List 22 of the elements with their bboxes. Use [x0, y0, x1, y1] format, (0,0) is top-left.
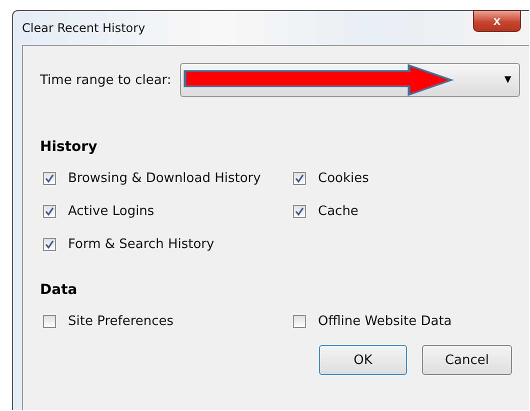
- checkbox-label: Cookies: [318, 171, 369, 186]
- checkbox-label: Browsing & Download History: [68, 171, 261, 186]
- checkbox-label: Active Logins: [68, 204, 154, 219]
- checkbox-label: Form & Search History: [68, 237, 214, 252]
- checkbox[interactable]: [293, 172, 306, 185]
- section-heading: History: [40, 139, 98, 155]
- window-title: Clear Recent History: [22, 21, 146, 35]
- time-range-dropdown[interactable]: ▼: [180, 63, 520, 97]
- checkbox[interactable]: [43, 172, 56, 185]
- section-heading: Data: [40, 282, 78, 298]
- checkbox[interactable]: [293, 205, 306, 218]
- checkbox[interactable]: [43, 315, 56, 328]
- checkbox[interactable]: [43, 205, 56, 218]
- checkbox-label: Offline Website Data: [318, 314, 452, 329]
- close-button[interactable]: x: [473, 10, 521, 32]
- checkbox-label: Cache: [318, 204, 358, 219]
- time-range-label: Time range to clear:: [40, 72, 172, 88]
- checkbox[interactable]: [43, 238, 56, 251]
- checkbox-label: Site Preferences: [68, 314, 174, 329]
- cancel-button[interactable]: Cancel: [422, 345, 512, 375]
- checkbox[interactable]: [293, 315, 306, 328]
- ok-button[interactable]: OK: [319, 345, 407, 375]
